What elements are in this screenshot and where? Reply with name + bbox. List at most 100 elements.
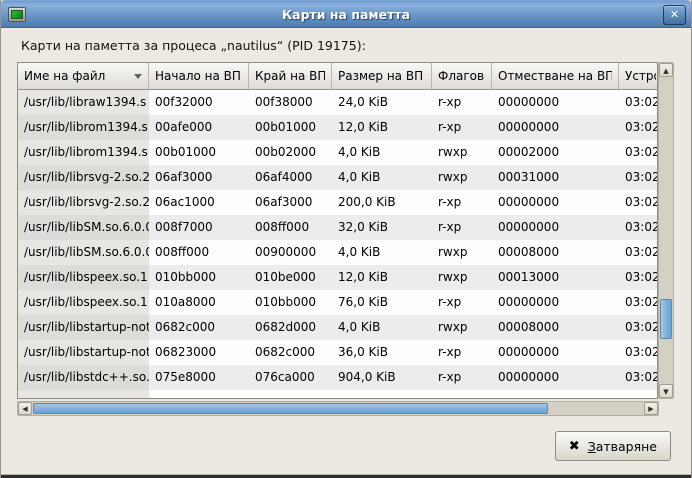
table-cell: 00afe000 xyxy=(149,115,249,140)
scroll-left-button[interactable]: ◀ xyxy=(18,402,32,415)
horizontal-scrollbar[interactable]: ◀ ▶ xyxy=(17,401,659,416)
table-cell: r-xp xyxy=(432,340,492,365)
table-cell: 00008000 xyxy=(492,315,619,340)
table-filler-cell xyxy=(332,390,432,399)
table-row[interactable]: /usr/lib/libspeex.so.1010bb000010be00012… xyxy=(18,265,657,290)
table-cell: r-xp xyxy=(432,190,492,215)
table-row[interactable]: /usr/lib/librom1394.s00afe00000b0100012,… xyxy=(18,115,657,140)
arrow-right-icon: ▶ xyxy=(648,405,653,413)
table-cell: r-xp xyxy=(432,290,492,315)
column-header-6[interactable]: Отместване на ВП xyxy=(492,63,619,90)
table-cell: 00000000 xyxy=(492,215,619,240)
table-cell: 03:02 xyxy=(619,290,658,315)
scroll-right-button[interactable]: ▶ xyxy=(644,402,658,415)
arrow-up-icon: ▲ xyxy=(663,67,668,75)
table-row[interactable]: /usr/lib/libSM.so.6.0.0008f7000008ff0003… xyxy=(18,215,657,240)
table-row[interactable]: /usr/lib/libspeex.so.1010a8000010bb00076… xyxy=(18,290,657,315)
table-cell: 03:02 xyxy=(619,315,658,340)
table-filler-cell xyxy=(18,390,149,399)
table-cell: 00000000 xyxy=(492,115,619,140)
titlebar[interactable]: Карти на паметта ✕ xyxy=(1,0,691,28)
column-header-label: Размер на ВП xyxy=(338,63,425,89)
table-cell: 06af4000 xyxy=(249,165,332,190)
table-cell: 03:02 xyxy=(619,365,658,390)
table-row[interactable]: /usr/lib/libstdc++.so.075e8000076ca00090… xyxy=(18,365,657,390)
table-cell: 06af3000 xyxy=(149,165,249,190)
horizontal-scrollbar-thumb[interactable] xyxy=(33,403,548,414)
table-cell: 904,0 KiB xyxy=(332,365,432,390)
column-header-label: Име на файл xyxy=(24,63,130,89)
table-cell: 24,0 KiB xyxy=(332,90,432,115)
table-cell: 075e8000 xyxy=(149,365,249,390)
vertical-scrollbar-thumb[interactable] xyxy=(660,299,672,339)
scroll-up-button[interactable]: ▲ xyxy=(659,63,673,77)
table-cell: 03:02 xyxy=(619,115,658,140)
scroll-down-button[interactable]: ▼ xyxy=(659,384,673,398)
table-cell: 010bb000 xyxy=(149,265,249,290)
column-header-5[interactable]: Флагове xyxy=(432,63,492,90)
table-cell: 4,0 KiB xyxy=(332,240,432,265)
column-header-label: Отместване на ВП xyxy=(498,63,612,89)
table-cell: 12,0 KiB xyxy=(332,265,432,290)
table-row[interactable]: /usr/lib/librsvg-2.so.206ac100006af30002… xyxy=(18,190,657,215)
table-row[interactable]: /usr/lib/librsvg-2.so.206af300006af40004… xyxy=(18,165,657,190)
table-body: /usr/lib/libraw1394.s00f3200000f3800024,… xyxy=(18,90,657,399)
table-cell: 00b02000 xyxy=(249,140,332,165)
table-cell: 4,0 KiB xyxy=(332,315,432,340)
column-header-label: Край на ВП xyxy=(255,63,325,89)
table-cell: 076ca000 xyxy=(249,365,332,390)
column-header-label: Устройство xyxy=(625,63,656,89)
table-cell: r-xp xyxy=(432,215,492,240)
table-row[interactable]: /usr/lib/libSM.so.6.0.0008ff000009000004… xyxy=(18,240,657,265)
table-cell: 00b01000 xyxy=(149,140,249,165)
process-description-label: Карти на паметта за процеса „nautilus“ (… xyxy=(21,38,366,53)
table-cell: 00000000 xyxy=(492,290,619,315)
table-cell: 00b01000 xyxy=(249,115,332,140)
table-row[interactable]: /usr/lib/libraw1394.s00f3200000f3800024,… xyxy=(18,90,657,115)
table-cell: 00002000 xyxy=(492,140,619,165)
vertical-scrollbar[interactable]: ▲ ▼ xyxy=(658,62,674,399)
table-cell: 00900000 xyxy=(249,240,332,265)
table-cell: /usr/lib/librom1394.s xyxy=(18,140,149,165)
table-cell: 008f7000 xyxy=(149,215,249,240)
window-bottom-frame xyxy=(1,474,691,478)
table-cell: /usr/lib/librom1394.s xyxy=(18,115,149,140)
table-cell: rwxp xyxy=(432,240,492,265)
window-title: Карти на паметта xyxy=(1,1,691,29)
window-close-button[interactable]: ✕ xyxy=(663,5,686,25)
table-row[interactable]: /usr/lib/libstartup-not0682c0000682d0004… xyxy=(18,315,657,340)
table-header-row: Име на файл Начало на ВПКрай на ВП Размер … xyxy=(18,63,657,90)
table-cell: 36,0 KiB xyxy=(332,340,432,365)
column-header-4[interactable]: Размер на ВП xyxy=(332,63,432,90)
table-cell: 76,0 KiB xyxy=(332,290,432,315)
column-header-1[interactable]: Име на файл xyxy=(18,63,149,90)
table-cell: /usr/lib/libstartup-not xyxy=(18,340,149,365)
table-cell: 03:02 xyxy=(619,265,658,290)
table-cell: 03:02 xyxy=(619,165,658,190)
column-header-2[interactable]: Начало на ВП xyxy=(149,63,249,90)
table-cell: rwxp xyxy=(432,140,492,165)
table-cell: 03:02 xyxy=(619,215,658,240)
table-cell: /usr/lib/libraw1394.s xyxy=(18,90,149,115)
table-cell: rwxp xyxy=(432,165,492,190)
table-cell: 4,0 KiB xyxy=(332,165,432,190)
table-cell: 010be000 xyxy=(249,265,332,290)
table-row[interactable]: /usr/lib/libstartup-not068230000682c0003… xyxy=(18,340,657,365)
memory-maps-table: Име на файл Начало на ВПКрай на ВП Размер … xyxy=(17,62,674,415)
table-cell: 0682c000 xyxy=(149,315,249,340)
table-cell: rwxp xyxy=(432,315,492,340)
table-filler-cell xyxy=(249,390,332,399)
table-filler-cell xyxy=(149,390,249,399)
table-cell: 00013000 xyxy=(492,265,619,290)
table-cell: 00000000 xyxy=(492,365,619,390)
close-dialog-button[interactable]: ✖ Затваряне xyxy=(555,431,671,461)
table-cell: 00031000 xyxy=(492,165,619,190)
table-cell: 12,0 KiB xyxy=(332,115,432,140)
table-cell: 32,0 KiB xyxy=(332,215,432,240)
table-cell: /usr/lib/libstdc++.so. xyxy=(18,365,149,390)
memory-maps-dialog: Карти на паметта ✕ Карти на паметта за п… xyxy=(0,0,692,478)
column-header-3[interactable]: Край на ВП xyxy=(249,63,332,90)
table-row[interactable]: /usr/lib/librom1394.s00b0100000b020004,0… xyxy=(18,140,657,165)
column-header-7[interactable]: Устройство xyxy=(619,63,658,90)
table-cell: 06af3000 xyxy=(249,190,332,215)
